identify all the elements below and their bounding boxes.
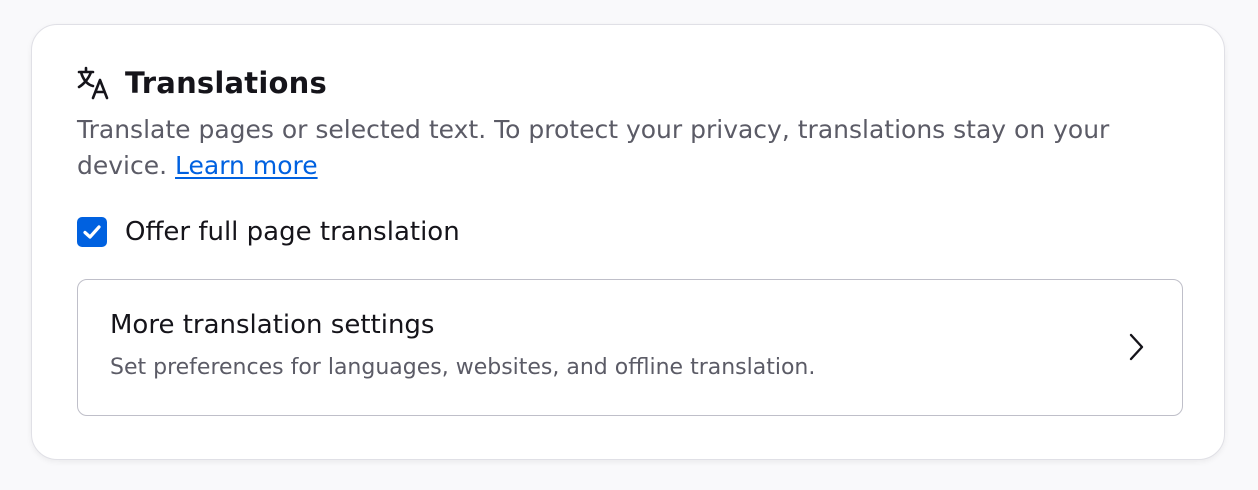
section-header: Translations [77,63,327,103]
more-settings-subtitle: Set preferences for languages, websites,… [110,355,816,380]
full-page-translation-option[interactable]: Offer full page translation [77,216,460,248]
translate-icon [77,66,109,100]
section-title: Translations [125,66,327,100]
checkmark-icon [83,225,101,239]
chevron-right-icon [1128,332,1146,362]
full-page-translation-checkbox[interactable] [77,217,107,247]
full-page-translation-label: Offer full page translation [125,217,460,247]
section-description: Translate pages or selected text. To pro… [77,112,1187,184]
more-settings-title: More translation settings [110,310,435,340]
learn-more-link[interactable]: Learn more [175,151,318,180]
translations-card: Translations Translate pages or selected… [31,24,1225,460]
more-translation-settings-button[interactable]: More translation settings Set preference… [77,279,1183,416]
